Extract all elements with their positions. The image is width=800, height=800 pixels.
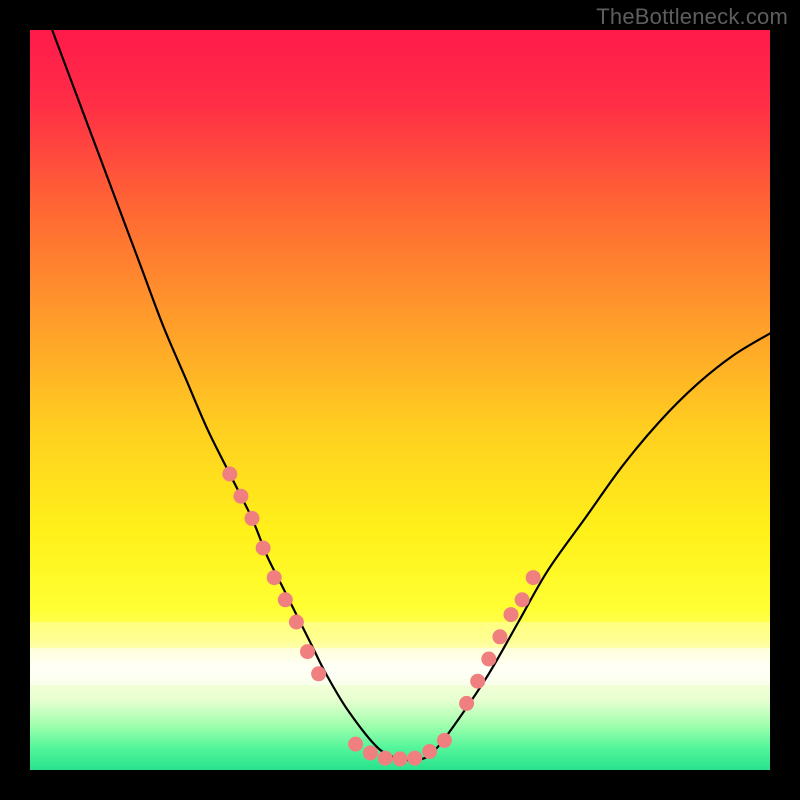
watermark-text: TheBottleneck.com — [596, 4, 788, 30]
marker-dot — [422, 744, 437, 759]
marker-dot — [393, 751, 408, 766]
marker-dot — [481, 652, 496, 667]
marker-dot — [378, 751, 393, 766]
marker-dot — [515, 592, 530, 607]
marker-dot — [267, 570, 282, 585]
marker-dot — [278, 592, 293, 607]
marker-dot — [233, 489, 248, 504]
bottleneck-curve — [52, 30, 770, 760]
marker-dot — [289, 615, 304, 630]
marker-dot — [222, 467, 237, 482]
marker-dot — [470, 674, 485, 689]
marker-dot — [504, 607, 519, 622]
marker-dot — [492, 629, 507, 644]
marker-dot — [526, 570, 541, 585]
marker-dot — [363, 745, 378, 760]
marker-dot — [300, 644, 315, 659]
marker-dot — [256, 541, 271, 556]
marker-dot — [245, 511, 260, 526]
plot-area — [30, 30, 770, 770]
marker-dot — [311, 666, 326, 681]
marker-dot — [407, 751, 422, 766]
marker-dot — [459, 696, 474, 711]
chart-frame: TheBottleneck.com — [0, 0, 800, 800]
curve-layer — [30, 30, 770, 770]
marker-dots — [222, 467, 540, 767]
marker-dot — [437, 733, 452, 748]
marker-dot — [348, 737, 363, 752]
